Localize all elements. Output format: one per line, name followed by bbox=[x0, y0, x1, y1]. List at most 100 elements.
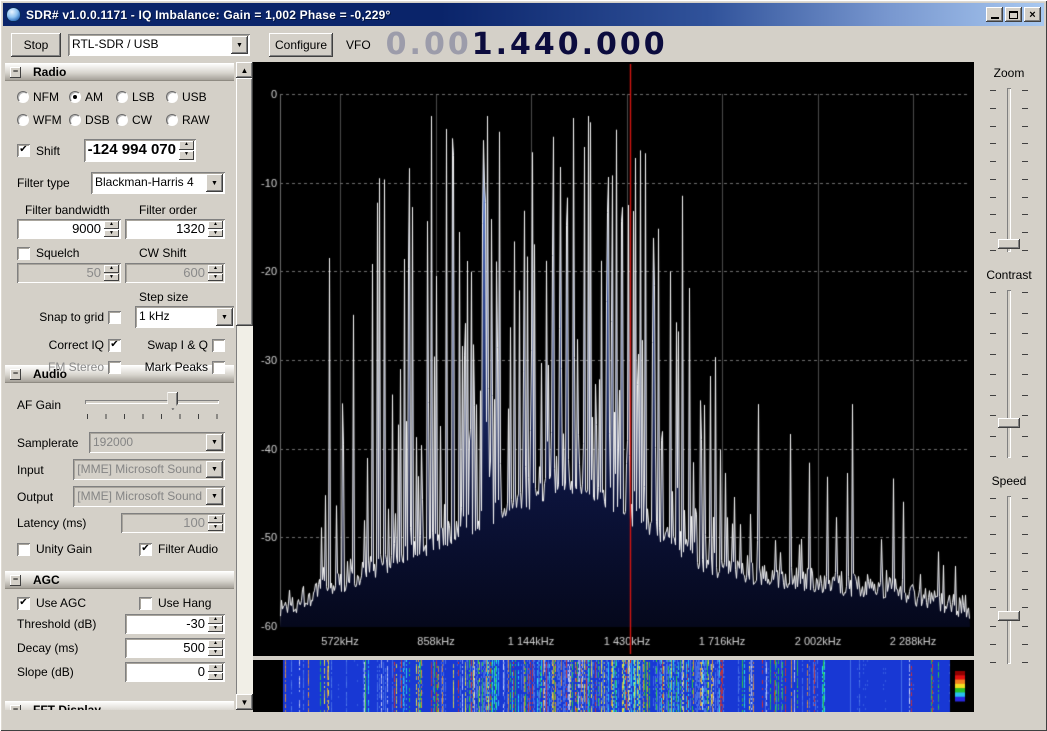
spinner-down-icon[interactable]: ▼ bbox=[208, 673, 223, 681]
frequency-dim-digits[interactable]: 0.00 bbox=[386, 30, 472, 60]
chevron-down-icon[interactable]: ▼ bbox=[231, 36, 248, 54]
slider-channel[interactable] bbox=[1007, 88, 1011, 252]
decay-spinner[interactable]: 500 ▲▼ bbox=[125, 638, 225, 658]
filter-order-value[interactable]: 1320 bbox=[125, 219, 208, 239]
tick-mark bbox=[990, 516, 996, 517]
shift-spinner[interactable]: -124 994 070 ▲▼ bbox=[84, 139, 196, 162]
scrollbar-thumb[interactable] bbox=[236, 78, 253, 326]
agc-panel-header[interactable]: − AGC bbox=[5, 571, 234, 589]
mark-peaks-checkbox[interactable] bbox=[212, 361, 225, 374]
unity-gain-checkbox[interactable] bbox=[17, 543, 30, 556]
scrollbar-up-icon[interactable]: ▲ bbox=[236, 62, 253, 78]
maximize-button[interactable] bbox=[1005, 7, 1022, 22]
tick-marks bbox=[1022, 498, 1028, 662]
device-select[interactable]: RTL-SDR / USB ▼ bbox=[68, 34, 250, 56]
filter-audio-checkbox[interactable]: ✔ bbox=[139, 543, 152, 556]
mode-raw[interactable]: RAW bbox=[166, 113, 224, 127]
af-gain-slider[interactable] bbox=[83, 391, 221, 419]
slider-channel[interactable] bbox=[1007, 496, 1011, 664]
close-button[interactable]: × bbox=[1024, 7, 1041, 22]
af-gain-thumb[interactable] bbox=[167, 392, 178, 410]
spinner-up-icon[interactable]: ▲ bbox=[179, 141, 194, 150]
mode-radio-lsb[interactable] bbox=[116, 91, 128, 103]
slope-value[interactable]: 0 bbox=[125, 662, 208, 682]
use-agc-checkbox[interactable]: ✔ bbox=[17, 597, 30, 610]
squelch-checkbox[interactable] bbox=[17, 247, 30, 260]
spinner-up-icon[interactable]: ▲ bbox=[208, 616, 223, 624]
chevron-down-icon[interactable]: ▼ bbox=[216, 308, 233, 326]
filter-order-spinner[interactable]: 1320 ▲▼ bbox=[125, 219, 225, 239]
collapse-minus-icon[interactable]: − bbox=[10, 67, 21, 78]
title-bar[interactable]: SDR# v1.0.0.1171 - IQ Imbalance: Gain = … bbox=[3, 3, 1044, 26]
output-label: Output bbox=[17, 490, 73, 504]
cw-shift-value: 600 bbox=[125, 263, 208, 283]
spinner-down-icon[interactable]: ▼ bbox=[208, 649, 223, 657]
threshold-spinner[interactable]: -30 ▲▼ bbox=[125, 614, 225, 634]
collapse-minus-icon[interactable]: − bbox=[10, 575, 21, 586]
threshold-value[interactable]: -30 bbox=[125, 614, 208, 634]
fft-panel-header[interactable]: − FFT Display bbox=[5, 701, 234, 710]
spinner-up-icon[interactable]: ▲ bbox=[208, 221, 223, 229]
shift-value[interactable]: -124 994 070 bbox=[84, 139, 179, 162]
collapse-minus-icon[interactable]: − bbox=[10, 705, 21, 711]
collapse-minus-icon[interactable]: − bbox=[10, 369, 21, 380]
slope-spinner[interactable]: 0 ▲▼ bbox=[125, 662, 225, 682]
stop-button[interactable]: Stop bbox=[11, 33, 61, 57]
snap-to-grid-checkbox[interactable] bbox=[108, 311, 121, 324]
spinner-down-icon[interactable]: ▼ bbox=[179, 151, 194, 160]
mode-radio-am[interactable] bbox=[69, 91, 81, 103]
sidebar-scrollbar[interactable]: ▲ ▼ bbox=[236, 62, 253, 710]
decay-value[interactable]: 500 bbox=[125, 638, 208, 658]
zoom-slider-thumb[interactable] bbox=[998, 239, 1020, 249]
chevron-down-icon[interactable]: ▼ bbox=[206, 174, 223, 192]
scrollbar-down-icon[interactable]: ▼ bbox=[236, 694, 253, 710]
mode-lsb[interactable]: LSB bbox=[116, 90, 166, 104]
frequency-main-digits[interactable]: 1.440.000 bbox=[472, 30, 668, 60]
spinner-down-icon[interactable]: ▼ bbox=[104, 230, 119, 238]
speed-slider[interactable] bbox=[985, 490, 1033, 670]
af-gain-track[interactable] bbox=[85, 400, 219, 404]
mode-radio-usb[interactable] bbox=[166, 91, 178, 103]
spinner-up-icon[interactable]: ▲ bbox=[208, 664, 223, 672]
mode-nfm[interactable]: NFM bbox=[17, 90, 69, 104]
spinner-up-icon[interactable]: ▲ bbox=[208, 640, 223, 648]
mode-am[interactable]: AM bbox=[69, 90, 116, 104]
mode-dsb[interactable]: DSB bbox=[69, 113, 116, 127]
spinner-up-icon[interactable]: ▲ bbox=[104, 221, 119, 229]
configure-button[interactable]: Configure bbox=[269, 33, 333, 57]
tick-mark bbox=[1022, 108, 1028, 109]
app-icon bbox=[6, 7, 21, 22]
frequency-display[interactable]: 0.00 1.440.000 bbox=[386, 30, 668, 60]
mode-radio-wfm[interactable] bbox=[17, 114, 29, 126]
spectrum-display[interactable] bbox=[253, 62, 974, 656]
zoom-slider[interactable] bbox=[985, 82, 1033, 258]
tick-mark bbox=[1022, 662, 1028, 663]
filter-type-label: Filter type bbox=[17, 176, 91, 190]
speed-slider-thumb[interactable] bbox=[998, 611, 1020, 621]
mode-usb-label: USB bbox=[182, 90, 207, 104]
filter-bandwidth-spinner[interactable]: 9000 ▲▼ bbox=[17, 219, 121, 239]
mode-wfm[interactable]: WFM bbox=[17, 113, 69, 127]
spinner-down-icon[interactable]: ▼ bbox=[208, 625, 223, 633]
spinner-down-icon[interactable]: ▼ bbox=[208, 230, 223, 238]
filter-bandwidth-value[interactable]: 9000 bbox=[17, 219, 104, 239]
use-hang-checkbox[interactable] bbox=[139, 597, 152, 610]
correct-iq-checkbox[interactable]: ✔ bbox=[108, 339, 121, 352]
step-size-select[interactable]: 1 kHz ▼ bbox=[135, 306, 234, 328]
mode-radio-raw[interactable] bbox=[166, 114, 178, 126]
swap-iq-checkbox[interactable] bbox=[212, 339, 225, 352]
contrast-slider[interactable] bbox=[985, 284, 1033, 464]
mode-radio-cw[interactable] bbox=[116, 114, 128, 126]
fm-stereo-checkbox bbox=[108, 361, 121, 374]
shift-checkbox[interactable]: ✔ bbox=[17, 144, 30, 157]
waterfall-display[interactable] bbox=[253, 660, 974, 712]
mode-usb[interactable]: USB bbox=[166, 90, 224, 104]
minimize-button[interactable] bbox=[986, 7, 1003, 22]
radio-panel-header[interactable]: − Radio bbox=[5, 63, 234, 81]
contrast-slider-thumb[interactable] bbox=[998, 418, 1020, 428]
slider-channel[interactable] bbox=[1007, 290, 1011, 458]
mode-radio-nfm[interactable] bbox=[17, 91, 29, 103]
mode-cw[interactable]: CW bbox=[116, 113, 166, 127]
mode-radio-dsb[interactable] bbox=[69, 114, 81, 126]
filter-type-select[interactable]: Blackman-Harris 4 ▼ bbox=[91, 172, 225, 194]
